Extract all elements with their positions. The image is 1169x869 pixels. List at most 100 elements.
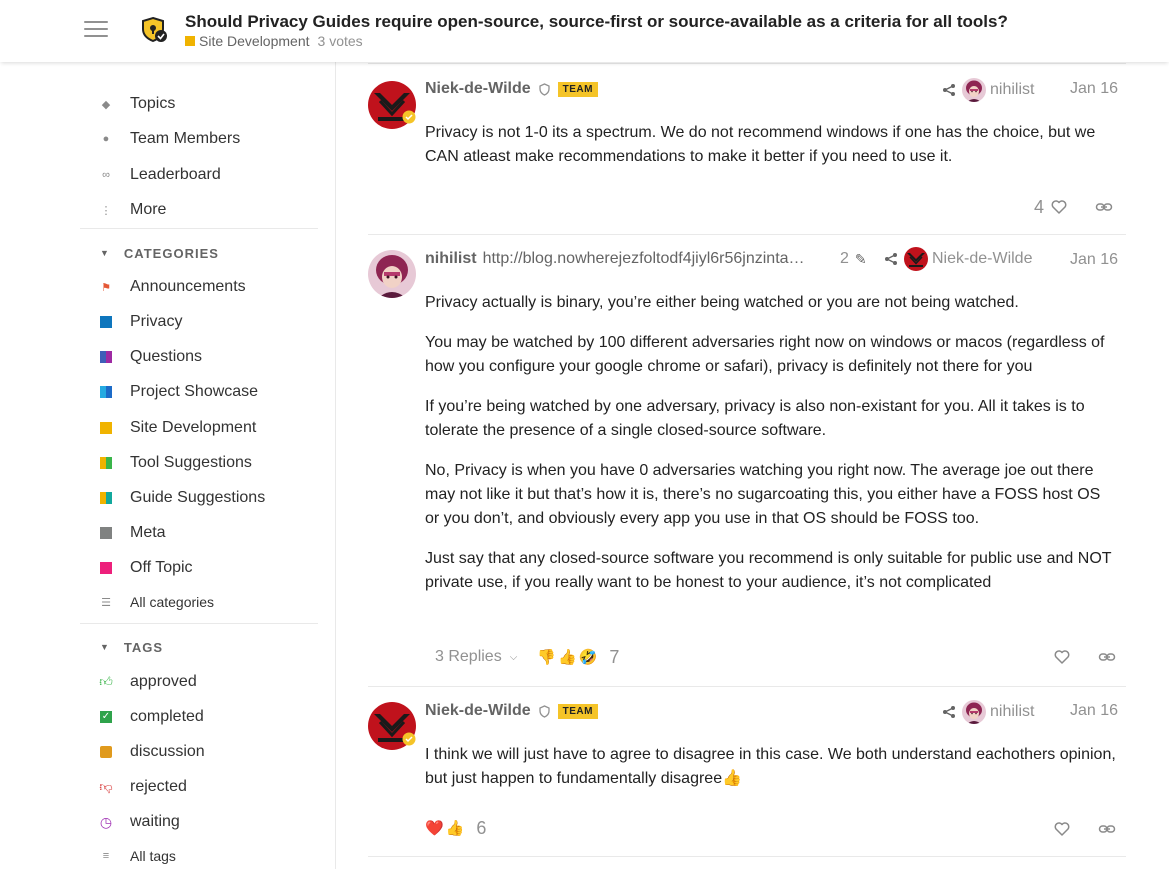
post-date[interactable]: Jan 16 bbox=[1070, 702, 1118, 720]
post-paragraph: No, Privacy is when you have 0 adversari… bbox=[425, 462, 1101, 527]
reaction-emoji: ❤️ bbox=[425, 819, 444, 837]
sidebar-item-off-topic[interactable]: Off Topic bbox=[96, 553, 318, 583]
sidebar-item-questions[interactable]: Questions bbox=[96, 342, 318, 372]
username-link[interactable]: Niek-de-Wilde bbox=[425, 80, 531, 98]
reactions[interactable]: 👎 👍 🤣 bbox=[537, 648, 599, 667]
post-actions: 4 bbox=[1034, 192, 1113, 222]
sidebar-item-label: Questions bbox=[130, 348, 203, 365]
topic-category-link[interactable]: Site Development bbox=[199, 33, 310, 49]
sidebar-item-leaderboard[interactable]: ∞ Leaderboard bbox=[96, 160, 318, 190]
thumbs-up-icon: 👍︎ bbox=[99, 674, 113, 689]
post-date[interactable]: Jan 16 bbox=[1070, 251, 1118, 269]
reaction-count: 7 bbox=[609, 646, 620, 667]
heart-icon[interactable] bbox=[1050, 198, 1068, 216]
share-icon bbox=[942, 705, 956, 719]
sidebar-item-label: Announcements bbox=[130, 278, 246, 295]
chevron-down-icon: ▼ bbox=[100, 642, 110, 652]
edit-history-button[interactable]: 2 ✎ bbox=[840, 247, 867, 271]
post-date[interactable]: Jan 16 bbox=[1070, 80, 1118, 98]
sidebar-item-label: discussion bbox=[130, 743, 205, 760]
thumbs-down-icon: 👎︎ bbox=[99, 779, 113, 794]
sidebar-item-tag-waiting[interactable]: ◷ waiting bbox=[96, 807, 318, 837]
sidebar-item-tag-rejected[interactable]: 👎︎ rejected bbox=[96, 772, 318, 802]
sidebar-item-tag-approved[interactable]: 👍︎ approved bbox=[96, 667, 318, 697]
reactions[interactable]: ❤️ 👍 bbox=[425, 819, 466, 838]
sidebar-item-all-tags[interactable]: ≡ All tags bbox=[96, 841, 318, 869]
category-square-icon bbox=[96, 492, 116, 504]
username-link[interactable]: nihilist bbox=[425, 250, 477, 268]
reply-to-tab[interactable]: nihilist bbox=[942, 700, 1034, 724]
sidebar-item-label: Privacy bbox=[130, 313, 183, 330]
sidebar-item-label: approved bbox=[130, 673, 197, 690]
hamburger-menu-icon[interactable] bbox=[84, 21, 108, 39]
sidebar-item-privacy[interactable]: Privacy bbox=[96, 307, 318, 337]
shield-icon bbox=[539, 705, 550, 718]
more-vertical-icon: ⋮ bbox=[100, 204, 112, 217]
username-link[interactable]: Niek-de-Wilde bbox=[425, 702, 531, 720]
like-count[interactable]: 4 bbox=[1034, 197, 1044, 218]
sidebar-item-site-development[interactable]: Site Development bbox=[96, 413, 318, 443]
post-paragraph: You may be watched by 100 different adve… bbox=[425, 334, 1105, 375]
sidebar-item-tag-discussion[interactable]: discussion bbox=[96, 737, 318, 767]
team-badge: TEAM bbox=[557, 703, 598, 719]
sidebar-item-more[interactable]: ⋮ More bbox=[96, 195, 318, 225]
reaction-emoji: 👍 bbox=[445, 819, 465, 837]
reaction-count: 6 bbox=[476, 817, 487, 838]
link-icon[interactable] bbox=[1095, 198, 1113, 216]
category-square-icon bbox=[96, 422, 116, 434]
avatar[interactable] bbox=[368, 250, 416, 298]
replies-label: 3 Replies bbox=[435, 648, 502, 665]
team-badge: TEAM bbox=[557, 81, 598, 97]
post-paragraph: Privacy is not 1-0 its a spectrum. We do… bbox=[425, 124, 1096, 165]
sidebar-item-label: Project Showcase bbox=[130, 383, 259, 400]
post-paragraph: Privacy actually is binary, you’re eithe… bbox=[425, 294, 1019, 311]
post-actions-left: 3 Replies ⌵ 👎 👍 🤣 7 bbox=[435, 642, 619, 672]
sidebar-item-tag-completed[interactable]: ✓ completed bbox=[96, 702, 318, 732]
sidebar-item-label: Guide Suggestions bbox=[130, 489, 266, 506]
check-square-icon: ✓ bbox=[100, 711, 112, 723]
category-color-square bbox=[185, 36, 195, 46]
post-actions-right bbox=[1053, 814, 1116, 844]
reply-to-username: nihilist bbox=[990, 703, 1035, 720]
sidebar-item-tool-suggestions[interactable]: Tool Suggestions bbox=[96, 448, 318, 478]
sidebar-item-topics[interactable]: ◆ Topics bbox=[96, 89, 318, 119]
sidebar-item-label: All tags bbox=[130, 848, 176, 864]
tags-section-header[interactable]: ▼ TAGS bbox=[100, 637, 163, 657]
sidebar-item-team-members[interactable]: ● Team Members bbox=[96, 124, 318, 154]
sidebar-item-label: completed bbox=[130, 708, 204, 725]
sidebar-item-project-showcase[interactable]: Project Showcase bbox=[96, 377, 318, 407]
post-meta: Niek-de-Wilde TEAM bbox=[425, 701, 598, 721]
heart-icon[interactable] bbox=[1053, 648, 1071, 666]
reply-to-tab[interactable]: nihilist bbox=[942, 78, 1034, 102]
sidebar-divider bbox=[80, 623, 318, 624]
post-3: Niek-de-Wilde TEAM nihilist Jan 16 I thi… bbox=[368, 687, 1126, 857]
sidebar-item-label: Meta bbox=[130, 524, 166, 541]
sidebar-item-guide-suggestions[interactable]: Guide Suggestions bbox=[96, 483, 318, 513]
moderator-badge-icon bbox=[402, 110, 416, 124]
link-icon: ∞ bbox=[102, 169, 110, 181]
topic-title[interactable]: Should Privacy Guides require open-sourc… bbox=[185, 12, 1008, 32]
share-icon bbox=[884, 252, 898, 266]
reply-to-username: Niek-de-Wilde bbox=[932, 250, 1033, 267]
sidebar-item-all-categories[interactable]: ☰ All categories bbox=[96, 587, 318, 617]
heart-icon[interactable] bbox=[1053, 820, 1071, 838]
sidebar-item-label: rejected bbox=[130, 778, 187, 795]
section-heading-label: TAGS bbox=[123, 639, 164, 655]
link-icon[interactable] bbox=[1098, 820, 1116, 838]
top-header: Should Privacy Guides require open-sourc… bbox=[0, 0, 1169, 62]
post-meta: nihilist http://blog.nowherejezfoltodf4j… bbox=[425, 249, 833, 269]
category-square-icon bbox=[96, 562, 116, 574]
reply-to-tab[interactable]: Niek-de-Wilde bbox=[884, 247, 1032, 271]
category-square-icon bbox=[96, 527, 116, 539]
sidebar-item-label: More bbox=[130, 201, 167, 218]
site-logo[interactable] bbox=[140, 15, 170, 45]
categories-section-header[interactable]: ▼ CATEGORIES bbox=[100, 243, 219, 263]
sidebar-item-meta[interactable]: Meta bbox=[96, 518, 318, 548]
link-icon[interactable] bbox=[1098, 648, 1116, 666]
user-title-link[interactable]: http://blog.nowherejezfoltodf4jiyl6r56jn… bbox=[483, 250, 833, 268]
reaction-emoji: 🤣 bbox=[578, 648, 598, 666]
show-replies-button[interactable]: 3 Replies ⌵ bbox=[435, 648, 517, 666]
sidebar-item-announcements[interactable]: ⚑ Announcements bbox=[96, 272, 318, 302]
category-square-icon bbox=[96, 351, 116, 363]
post-2: nihilist http://blog.nowherejezfoltodf4j… bbox=[368, 235, 1126, 685]
